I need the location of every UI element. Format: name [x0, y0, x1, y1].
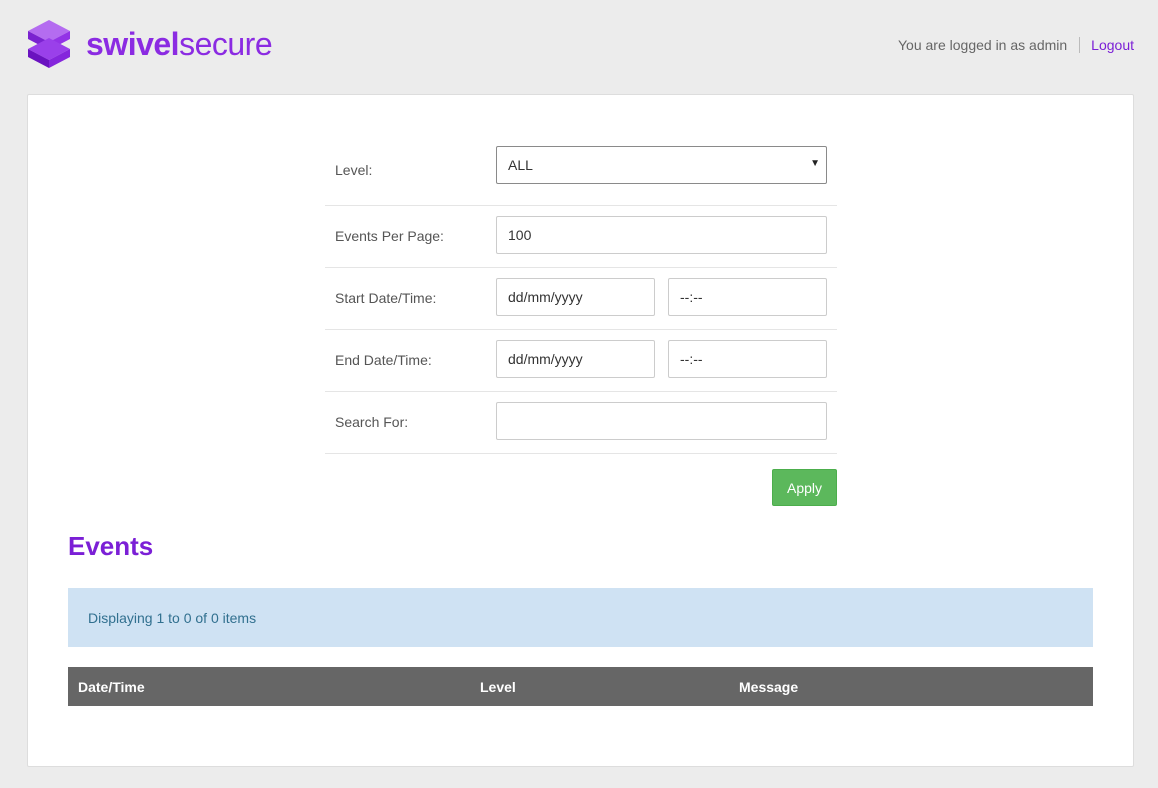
end-time-input[interactable]: --:-- [668, 340, 827, 378]
dropdown-caret-icon: ▼ [810, 158, 820, 169]
start-time-input[interactable]: --:-- [668, 278, 827, 316]
page-header: swivelsecure You are logged in as admin … [0, 0, 1158, 90]
search-row: Search For: [325, 392, 837, 454]
level-row: Level: ALL ▼ [325, 135, 837, 206]
level-select-value: ALL [508, 157, 533, 173]
level-label: Level: [335, 162, 373, 178]
search-input[interactable] [496, 402, 827, 440]
end-datetime-label: End Date/Time: [335, 352, 432, 368]
per-page-input[interactable]: 100 [496, 216, 827, 254]
column-header-datetime[interactable]: Date/Time [78, 679, 145, 695]
user-bar: You are logged in as admin Logout [898, 37, 1134, 53]
end-datetime-row: End Date/Time: dd/mm/yyyy --:-- [325, 330, 837, 392]
start-time-placeholder: --:-- [680, 289, 703, 305]
logged-in-text: You are logged in as admin [898, 37, 1068, 53]
per-page-label: Events Per Page: [335, 228, 444, 244]
apply-button[interactable]: Apply [772, 469, 837, 506]
start-datetime-row: Start Date/Time: dd/mm/yyyy --:-- [325, 268, 837, 330]
cube-logo-icon [28, 20, 70, 68]
end-date-placeholder: dd/mm/yyyy [508, 351, 583, 367]
search-label: Search For: [335, 414, 409, 430]
events-heading: Events [68, 531, 154, 561]
swivelsecure-logo[interactable]: swivelsecure [26, 18, 273, 70]
pagination-info-text: Displaying 1 to 0 of 0 items [88, 609, 257, 626]
filter-form: Level: ALL ▼ Events Per Page: 100 Start … [325, 135, 837, 454]
per-page-value: 100 [508, 227, 532, 243]
level-select[interactable]: ALL ▼ [496, 146, 827, 184]
column-header-level[interactable]: Level [480, 679, 516, 695]
logout-link[interactable]: Logout [1080, 37, 1134, 53]
events-table-header: Date/Time Level Message [68, 667, 1093, 706]
end-date-input[interactable]: dd/mm/yyyy [496, 340, 655, 378]
start-date-placeholder: dd/mm/yyyy [508, 289, 583, 305]
brand-part-secure: secure [179, 26, 273, 62]
end-time-placeholder: --:-- [680, 351, 703, 367]
brand-name: swivelsecure [86, 26, 273, 62]
start-date-input[interactable]: dd/mm/yyyy [496, 278, 655, 316]
column-header-message[interactable]: Message [739, 679, 798, 695]
brand-part-swivel: swivel [86, 26, 180, 62]
per-page-row: Events Per Page: 100 [325, 206, 837, 268]
pagination-info: Displaying 1 to 0 of 0 items [68, 588, 1093, 647]
start-datetime-label: Start Date/Time: [335, 290, 437, 306]
main-panel: Level: ALL ▼ Events Per Page: 100 Start … [27, 94, 1134, 767]
